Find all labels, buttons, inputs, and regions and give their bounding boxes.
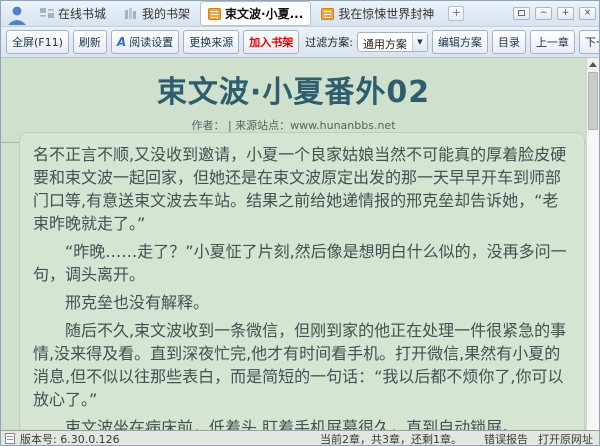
scrollbar-thumb[interactable] (588, 72, 598, 130)
vertical-scrollbar[interactable] (586, 58, 599, 430)
tab-my-bookshelf[interactable]: 我的书架 (116, 1, 198, 26)
reading-area: 束文波·小夏番外02 作者： | 来源站点：www.hunanbbs.net 名… (1, 58, 599, 430)
change-source-button[interactable]: 更换来源 (183, 30, 240, 54)
tab-bar: 在线书城 我的书架 束文波·小夏... 我在惊悚世界封神 + − + × (1, 1, 599, 27)
person-icon (8, 6, 26, 25)
fullscreen-button[interactable]: 全屏(F11) (6, 30, 69, 54)
reader-app-window: 在线书城 我的书架 束文波·小夏... 我在惊悚世界封神 + − + × 全屏(… (0, 0, 600, 446)
paragraph: 邢克垒也没有解释。 (65, 293, 210, 312)
tab-label: 我的书架 (142, 7, 191, 21)
tab-other-book[interactable]: 我在惊悚世界封神 (313, 1, 442, 26)
chapter-progress-text: 当前2章，共3章，还剩1章。 (320, 432, 462, 446)
window-maximize-button[interactable]: + (557, 7, 574, 20)
paragraph: 随后不久,束文波收到一条微信，但刚到家的他正在处理一件很紧急的事情,没来得及看。… (33, 321, 567, 409)
book-icon (321, 7, 335, 20)
error-report-link[interactable]: 错误报告 (484, 431, 528, 446)
window-close-button[interactable]: × (579, 7, 596, 20)
add-to-bookshelf-button[interactable]: 加入书架 (243, 30, 300, 54)
table-of-contents-button[interactable]: 目录 (491, 30, 526, 54)
arrow-up-icon (589, 62, 597, 67)
version-text: 版本号: 6.30.0.126 (20, 432, 120, 446)
tab-label: 在线书城 (58, 7, 107, 21)
paragraph: 名不正言不顺,又没收到邀请，小夏一个良家姑娘当然不可能真的厚着脸皮硬要和束文波一… (33, 145, 567, 233)
prev-chapter-button[interactable]: 上一章 (529, 30, 575, 54)
chapter-byline: 作者： | 来源站点：www.hunanbbs.net (191, 119, 396, 132)
bookshelf-icon (125, 7, 137, 19)
tab-label: 束文波·小夏... (225, 7, 304, 21)
status-bar: 版本号: 6.30.0.126 当前2章，共3章，还剩1章。 错误报告 打开原网… (1, 430, 599, 445)
restore-icon (518, 10, 525, 16)
scroll-up-button[interactable] (587, 58, 599, 71)
filter-scheme-value: 通用方案 (362, 38, 407, 51)
book-icon (208, 7, 222, 20)
tab-current-book[interactable]: 束文波·小夏... (200, 1, 312, 26)
paragraph: 束文波坐在病床前，低着头,盯着手机屏幕很久，直到自动锁屏。 (65, 418, 519, 430)
user-profile-icon[interactable] (4, 3, 30, 25)
refresh-button[interactable]: 刷新 (72, 30, 107, 54)
document-icon (5, 433, 15, 444)
open-original-url-link[interactable]: 打开原网址 (538, 431, 593, 446)
tab-label: 我在惊悚世界封神 (338, 7, 435, 21)
edit-scheme-button[interactable]: 编辑方案 (431, 30, 488, 54)
reading-settings-button[interactable]: A 阅读设置 (110, 30, 180, 54)
bookstore-icon (40, 7, 54, 18)
filter-scheme-label: 过滤方案: (305, 36, 353, 49)
chevron-down-icon[interactable]: ▼ (411, 33, 427, 51)
next-chapter-button[interactable]: 下一章 (578, 30, 599, 54)
toolbar: 全屏(F11) 刷新 A 阅读设置 更换来源 加入书架 过滤方案: 通用方案 ▼… (1, 27, 599, 58)
tab-online-bookstore[interactable]: 在线书城 (32, 1, 114, 26)
chapter-text-panel: 名不正言不顺,又没收到邀请，小夏一个良家姑娘当然不可能真的厚着脸皮硬要和束文波一… (19, 132, 585, 430)
window-minimize-button[interactable]: − (535, 7, 552, 20)
reading-settings-label: 阅读设置 (129, 36, 174, 49)
window-restore-button[interactable] (513, 7, 530, 20)
font-settings-icon: A (116, 35, 127, 49)
new-tab-button[interactable]: + (448, 6, 465, 21)
chapter-title: 束文波·小夏番外02 (156, 75, 431, 110)
filter-scheme-select[interactable]: 通用方案 ▼ (356, 32, 428, 52)
paragraph: “昨晚……走了？”小夏怔了片刻,然后像是想明白什么似的，没再多问一句，调头离开。 (33, 242, 567, 284)
